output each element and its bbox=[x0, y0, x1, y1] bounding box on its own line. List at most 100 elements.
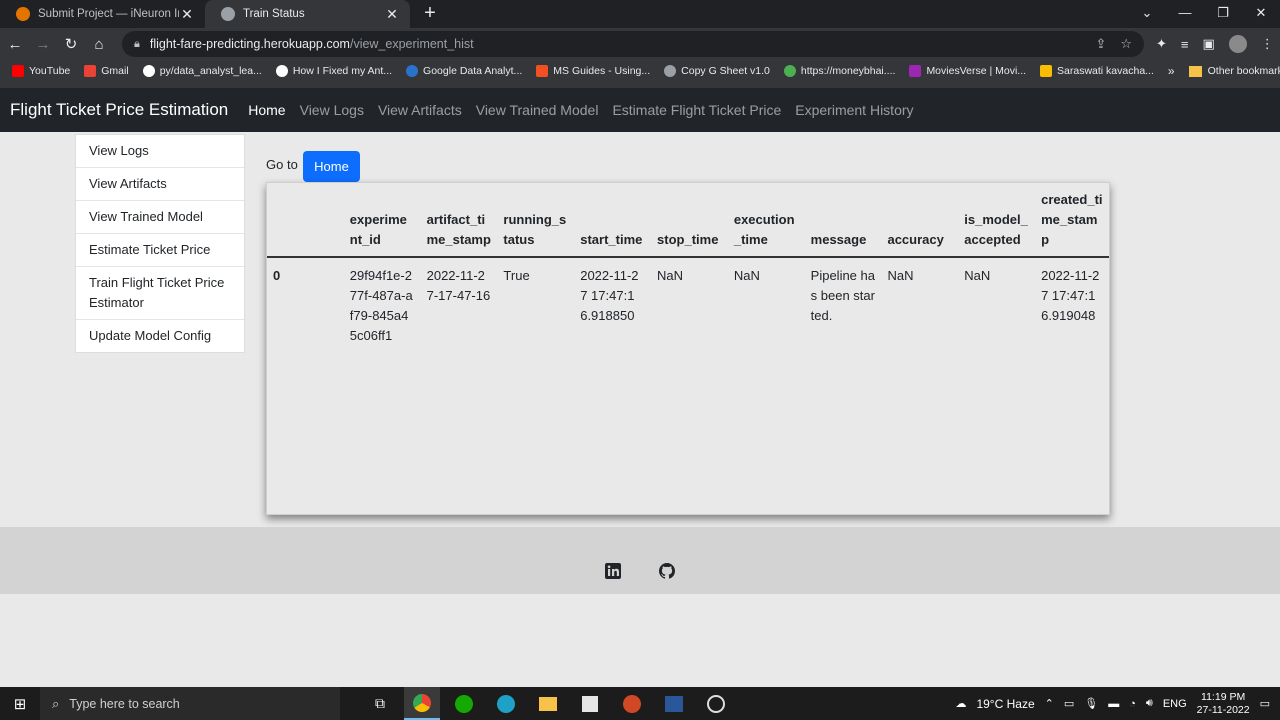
bookmark-item[interactable]: Copy G Sheet v1.0 bbox=[664, 65, 770, 77]
github-icon bbox=[142, 65, 155, 77]
sidebar-item-estimate-price[interactable]: Estimate Ticket Price bbox=[76, 234, 244, 267]
github-icon[interactable] bbox=[659, 563, 675, 579]
tab-search-icon[interactable]: ⌄ bbox=[1128, 0, 1166, 28]
chrome-icon[interactable] bbox=[404, 687, 440, 720]
sidebar-item-update-config[interactable]: Update Model Config bbox=[76, 320, 244, 352]
table-header-row: experiment_id artifact_time_stamp runnin… bbox=[267, 183, 1109, 258]
mic-icon[interactable]: 🎙︎ bbox=[1084, 697, 1098, 710]
share-icon[interactable]: ⇪ bbox=[1095, 36, 1106, 52]
globe-icon bbox=[221, 7, 235, 21]
bookmark-item[interactable]: https://moneybhai.... bbox=[783, 65, 896, 77]
drive-icon bbox=[1040, 65, 1053, 77]
new-tab-button[interactable]: + bbox=[416, 0, 444, 28]
ineuron-favicon-icon bbox=[16, 7, 30, 21]
table-cell: NaN bbox=[733, 268, 760, 283]
taskbar-apps: ⧉ bbox=[362, 687, 734, 720]
snipping-tool-icon[interactable] bbox=[572, 687, 608, 720]
bookmark-label: https://moneybhai.... bbox=[800, 65, 896, 77]
task-view-icon[interactable]: ⧉ bbox=[362, 687, 398, 720]
side-panel-icon[interactable]: ▣ bbox=[1203, 36, 1215, 52]
linkedin-icon[interactable] bbox=[605, 563, 621, 579]
edge-icon[interactable] bbox=[488, 687, 524, 720]
notifications-icon[interactable]: ▭ bbox=[1260, 697, 1270, 710]
battery-icon[interactable]: ▬ bbox=[1108, 698, 1119, 710]
volume-icon[interactable]: 🔊︎ bbox=[1146, 697, 1153, 710]
windows-start-icon[interactable]: ⊞ bbox=[0, 695, 40, 713]
nav-view-trained-model[interactable]: View Trained Model bbox=[476, 102, 599, 118]
obs-icon[interactable] bbox=[698, 687, 734, 720]
meet-icon[interactable]: ▭ bbox=[1064, 697, 1074, 710]
nav-view-artifacts[interactable]: View Artifacts bbox=[378, 102, 462, 118]
file-explorer-icon[interactable] bbox=[530, 687, 566, 720]
column-header: start_time bbox=[574, 183, 652, 258]
taskbar-search[interactable]: ⌕ Type here to search bbox=[40, 687, 340, 720]
extensions-icon[interactable]: ✦ bbox=[1156, 36, 1167, 52]
bookmark-item[interactable]: Gmail bbox=[84, 65, 129, 77]
bookmark-item[interactable]: Google Data Analyt... bbox=[406, 65, 522, 77]
column-header: is_model_accepted bbox=[958, 183, 1036, 258]
forward-icon[interactable]: → bbox=[30, 36, 56, 53]
back-icon[interactable]: ← bbox=[2, 36, 28, 53]
upwork-icon[interactable] bbox=[446, 687, 482, 720]
gmail-icon bbox=[84, 65, 97, 77]
bookmark-item[interactable]: py/data_analyst_lea... bbox=[142, 65, 262, 77]
minimize-icon[interactable]: — bbox=[1166, 0, 1204, 28]
lock-icon[interactable]: 🔒︎ bbox=[134, 38, 140, 51]
medium-icon bbox=[275, 65, 288, 77]
tab-submit-project[interactable]: Submit Project — iNeuron Intern ✕ bbox=[0, 0, 205, 28]
bookmark-item[interactable]: MoviesVerse | Movi... bbox=[909, 65, 1026, 77]
reload-icon[interactable]: ↻ bbox=[58, 35, 84, 53]
nav-estimate-price[interactable]: Estimate Flight Ticket Price bbox=[612, 102, 781, 118]
address-bar[interactable]: 🔒︎ flight-fare-predicting.herokuapp.com /… bbox=[122, 31, 1144, 57]
close-tab-icon[interactable]: ✕ bbox=[384, 6, 400, 23]
sidebar-item-train-estimator[interactable]: Train Flight Ticket Price Estimator bbox=[76, 267, 244, 320]
navbar-brand[interactable]: Flight Ticket Price Estimation bbox=[10, 100, 228, 120]
nav-experiment-history[interactable]: Experiment History bbox=[795, 102, 913, 118]
browser-tabstrip: Submit Project — iNeuron Intern ✕ Train … bbox=[0, 0, 1280, 28]
bookmark-star-icon[interactable]: ☆ bbox=[1120, 36, 1132, 52]
globe-icon bbox=[664, 65, 677, 77]
sidebar-item-view-artifacts[interactable]: View Artifacts bbox=[76, 168, 244, 201]
url-host: flight-fare-predicting.herokuapp.com bbox=[149, 37, 350, 51]
powerpoint-icon[interactable] bbox=[614, 687, 650, 720]
reading-list-icon[interactable]: ≡ bbox=[1181, 37, 1189, 52]
sidebar-item-view-logs[interactable]: View Logs bbox=[76, 135, 244, 168]
weather-text[interactable]: 19°C Haze bbox=[976, 697, 1034, 711]
tab-train-status[interactable]: Train Status ✕ bbox=[205, 0, 410, 28]
home-icon[interactable]: ⌂ bbox=[86, 36, 112, 53]
bookmark-item[interactable]: MS Guides - Using... bbox=[536, 65, 650, 77]
browser-toolbar: ← → ↻ ⌂ 🔒︎ flight-fare-predicting.heroku… bbox=[0, 28, 1280, 60]
nav-home[interactable]: Home bbox=[248, 102, 285, 118]
sidebar-item-view-trained-model[interactable]: View Trained Model bbox=[76, 201, 244, 234]
table-cell: 2022-11-27-17-47-16 bbox=[426, 268, 491, 303]
bookmark-label: Saraswati kavacha... bbox=[1057, 65, 1154, 77]
profile-avatar[interactable] bbox=[1228, 35, 1247, 53]
bookmark-item[interactable]: YouTube bbox=[12, 65, 70, 77]
language-indicator[interactable]: ENG bbox=[1163, 698, 1187, 710]
table-cell: 29f94f1e-277f-487a-af79-845a45c06ff1 bbox=[349, 268, 413, 343]
row-index: 0 bbox=[273, 268, 281, 283]
youtube-icon bbox=[12, 65, 24, 77]
other-bookmarks[interactable]: Other bookmarks bbox=[1188, 65, 1280, 77]
close-tab-icon[interactable]: ✕ bbox=[179, 6, 195, 23]
other-bookmarks-label: Other bookmarks bbox=[1207, 65, 1280, 77]
weather-icon[interactable]: ☁ bbox=[955, 697, 966, 710]
table-row: 0 29f94f1e-277f-487a-af79-845a45c06ff1 2… bbox=[267, 257, 1109, 354]
nav-view-logs[interactable]: View Logs bbox=[300, 102, 364, 118]
home-button[interactable]: Home bbox=[303, 151, 360, 182]
bookmark-label: Google Data Analyt... bbox=[423, 65, 523, 77]
maximize-icon[interactable]: ❐ bbox=[1204, 0, 1242, 28]
clock[interactable]: 11:19 PM 27-11-2022 bbox=[1197, 691, 1250, 717]
tray-chevron-icon[interactable]: ⌃ bbox=[1045, 697, 1054, 710]
close-window-icon[interactable]: ✕ bbox=[1242, 0, 1280, 28]
menu-icon[interactable]: ⋮ bbox=[1261, 36, 1274, 52]
bookmarks-overflow-icon[interactable]: » bbox=[1168, 64, 1175, 78]
wifi-icon[interactable]: ◔ bbox=[1129, 698, 1136, 710]
table-cell: NaN bbox=[657, 268, 684, 283]
bookmark-label: How I Fixed my Ant... bbox=[292, 65, 393, 77]
bookmark-label: MoviesVerse | Movi... bbox=[926, 65, 1027, 77]
bookmark-item[interactable]: How I Fixed my Ant... bbox=[275, 65, 393, 77]
bookmark-label: MS Guides - Using... bbox=[553, 65, 651, 77]
bookmark-item[interactable]: Saraswati kavacha... bbox=[1040, 65, 1154, 77]
word-icon[interactable] bbox=[656, 687, 692, 720]
